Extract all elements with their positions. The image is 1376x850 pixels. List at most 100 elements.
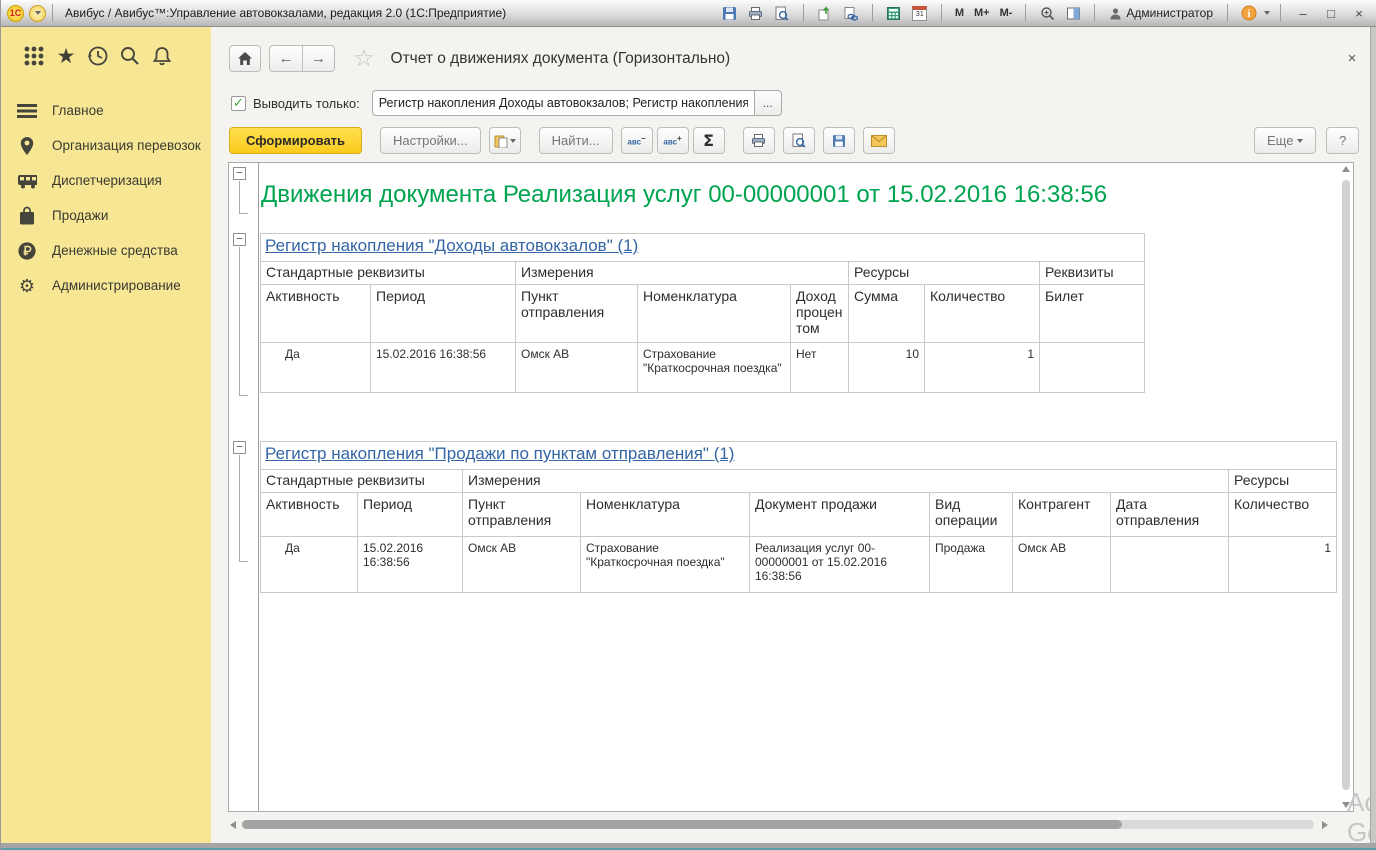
- table-row[interactable]: Да 15.02.2016 16:38:56 Омск АВ Страхован…: [261, 537, 1337, 593]
- column-header: Пункт отправления: [516, 285, 638, 343]
- divider: [872, 4, 873, 22]
- memory-m-plus-button[interactable]: M+: [971, 6, 993, 20]
- sidebar-item-transport-organization[interactable]: Организация перевозок: [1, 128, 211, 163]
- zoom-icon[interactable]: [1036, 3, 1058, 23]
- save-report-button[interactable]: [823, 127, 855, 154]
- cell: Страхование "Краткосрочная поездка": [581, 537, 750, 593]
- horizontal-scroll-thumb[interactable]: [242, 820, 1122, 829]
- search-icon[interactable]: [117, 43, 143, 69]
- register-link[interactable]: Регистр накопления "Доходы автовокзалов"…: [265, 236, 638, 255]
- sidebar-item-label: Денежные средства: [52, 243, 178, 258]
- print-icon[interactable]: [745, 3, 767, 23]
- bus-icon: [17, 171, 37, 191]
- collapse-section1-box[interactable]: −: [233, 233, 246, 246]
- cell: 1: [925, 343, 1040, 393]
- favorite-star-icon[interactable]: ☆: [353, 47, 375, 71]
- filter-more-button[interactable]: ...: [755, 90, 782, 116]
- window-right-border: [1370, 27, 1376, 843]
- minimize-button[interactable]: –: [1291, 3, 1315, 23]
- column-header: Пункт отправления: [463, 493, 581, 537]
- divider: [1025, 4, 1026, 22]
- save-icon[interactable]: [719, 3, 741, 23]
- home-button[interactable]: [229, 45, 261, 72]
- current-user[interactable]: Администратор: [1105, 6, 1217, 20]
- chevron-down-icon[interactable]: [1264, 11, 1270, 15]
- show-only-checkbox[interactable]: ✓: [231, 96, 246, 111]
- memory-m-button[interactable]: M: [952, 6, 967, 20]
- cell: Да: [261, 343, 371, 393]
- scroll-left-icon[interactable]: [230, 821, 236, 829]
- notifications-bell-icon[interactable]: [149, 43, 175, 69]
- group-line: [239, 247, 240, 395]
- horizontal-scroll-track[interactable]: [242, 820, 1314, 829]
- clipboard-icon: [494, 134, 508, 148]
- split-view-icon[interactable]: [1062, 3, 1084, 23]
- history-icon[interactable]: [85, 43, 111, 69]
- page-title: Отчет о движениях документа (Горизонталь…: [391, 50, 731, 68]
- cell: 10: [849, 343, 925, 393]
- scroll-right-icon[interactable]: [1322, 821, 1328, 829]
- grouping-gutter: − − −: [229, 163, 259, 811]
- expand-groups-button[interactable]: авс+: [657, 127, 689, 154]
- go-to-link-icon[interactable]: [840, 3, 862, 23]
- print-button[interactable]: [743, 127, 775, 154]
- info-icon[interactable]: i: [1238, 3, 1260, 23]
- horizontal-scrollbar[interactable]: [228, 817, 1354, 832]
- help-button[interactable]: ?: [1326, 127, 1359, 154]
- sum-button[interactable]: Σ: [693, 127, 725, 154]
- favorites-star-icon[interactable]: ★: [53, 43, 79, 69]
- preview-button[interactable]: [783, 127, 815, 154]
- register-table-2: Регистр накопления "Продажи по пунктам о…: [260, 441, 1337, 593]
- expand-groups-icon: авс+: [663, 134, 681, 147]
- find-button[interactable]: Найти...: [539, 127, 613, 154]
- sidebar-item-money[interactable]: Денежные средства: [1, 233, 211, 268]
- forward-button[interactable]: →: [302, 45, 335, 72]
- cell: Омск АВ: [463, 537, 581, 593]
- save-icon: [832, 134, 846, 148]
- shopping-bag-icon: [17, 206, 37, 226]
- memory-m-minus-button[interactable]: M-: [997, 6, 1016, 20]
- vertical-scroll-thumb[interactable]: [1342, 180, 1350, 790]
- column-header: Номенклатура: [638, 285, 791, 343]
- table-row[interactable]: Да 15.02.2016 16:38:56 Омск АВ Страхован…: [261, 343, 1145, 393]
- user-name-label: Администратор: [1126, 6, 1213, 20]
- column-header: Документ продажи: [750, 493, 930, 537]
- group-tick: [239, 213, 248, 214]
- calendar-icon[interactable]: 31: [909, 3, 931, 23]
- sections-grid-icon[interactable]: [21, 43, 47, 69]
- generate-button[interactable]: Сформировать: [229, 127, 362, 154]
- calculator-icon[interactable]: [883, 3, 905, 23]
- divider: [52, 4, 53, 22]
- check-icon: ✓: [233, 95, 244, 111]
- more-button[interactable]: Еще: [1254, 127, 1316, 154]
- print-icon: [751, 133, 766, 148]
- sidebar-item-dispatching[interactable]: Диспетчеризация: [1, 163, 211, 198]
- group-header: Ресурсы: [849, 262, 1040, 285]
- group-tick: [239, 395, 248, 396]
- settings-button[interactable]: Настройки...: [380, 127, 481, 154]
- main-menu-button[interactable]: [29, 5, 46, 22]
- cell: Омск АВ: [516, 343, 638, 393]
- group-header: Измерения: [516, 262, 849, 285]
- filter-input[interactable]: [372, 90, 755, 116]
- collapse-section2-box[interactable]: −: [233, 441, 246, 454]
- forward-arrow-icon: →: [311, 50, 326, 67]
- save-variant-button[interactable]: [489, 127, 521, 154]
- sidebar-item-sales[interactable]: Продажи: [1, 198, 211, 233]
- form-close-icon[interactable]: ×: [1342, 49, 1362, 69]
- maximize-button[interactable]: □: [1319, 3, 1343, 23]
- register-link[interactable]: Регистр накопления "Продажи по пунктам о…: [265, 444, 734, 463]
- close-button[interactable]: ×: [1347, 3, 1371, 23]
- scroll-up-icon[interactable]: [1342, 166, 1350, 172]
- vertical-scrollbar[interactable]: [1339, 164, 1353, 810]
- back-button[interactable]: ←: [269, 45, 302, 72]
- sidebar-item-label: Продажи: [52, 208, 108, 223]
- sidebar-item-main[interactable]: Главное: [1, 93, 211, 128]
- collapse-groups-button[interactable]: авс−: [621, 127, 653, 154]
- sidebar-item-administration[interactable]: ⚙ Администрирование: [1, 268, 211, 303]
- send-mail-button[interactable]: [863, 127, 895, 154]
- print-preview-icon[interactable]: [771, 3, 793, 23]
- collapse-title-box[interactable]: −: [233, 167, 246, 180]
- show-only-label: Выводить только:: [253, 96, 360, 111]
- get-link-icon[interactable]: [814, 3, 836, 23]
